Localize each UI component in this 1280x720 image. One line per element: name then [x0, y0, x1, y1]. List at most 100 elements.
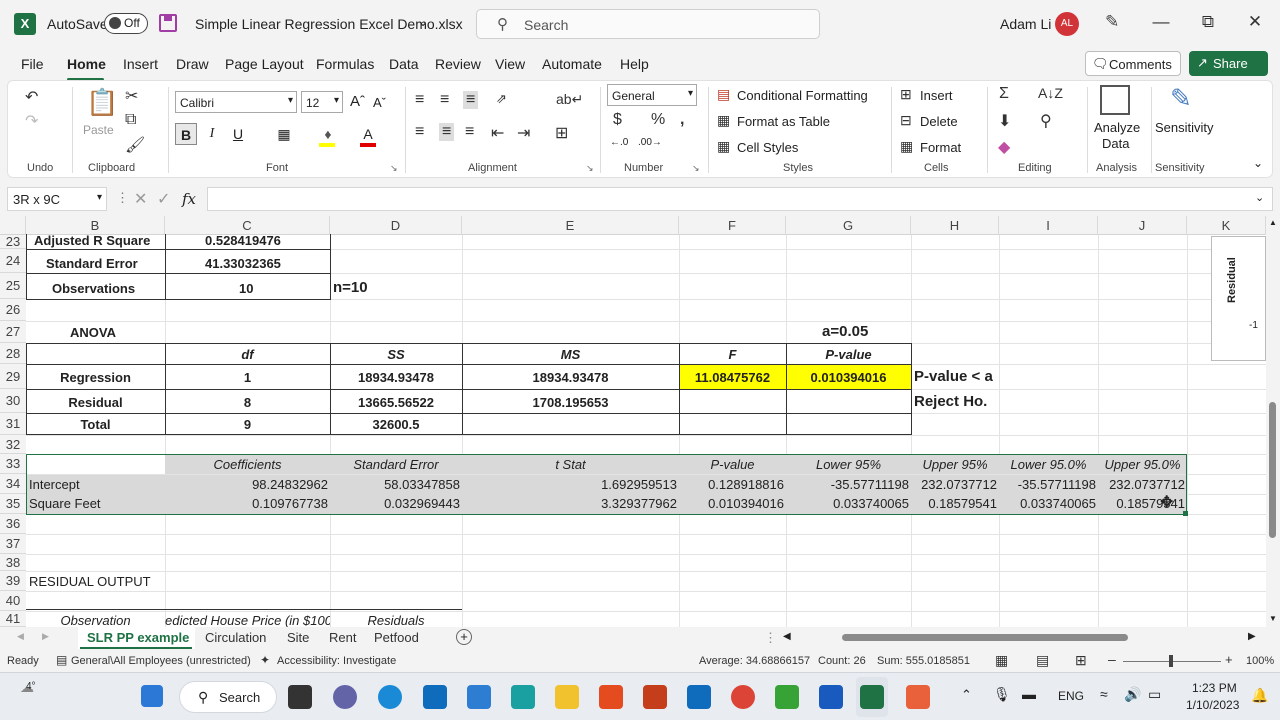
autosum-icon[interactable]: Σ	[999, 85, 1009, 103]
row-header-38[interactable]: 38	[0, 554, 26, 571]
italic-button[interactable]: I	[201, 123, 223, 145]
fill-color-icon[interactable]: ♦	[317, 123, 339, 145]
copy-icon[interactable]: ⧉	[125, 111, 136, 129]
coef-cell[interactable]: 0.010394016	[679, 496, 784, 511]
reject-note[interactable]: Reject Ho.	[914, 393, 987, 410]
increase-decimal-icon[interactable]: ←.0	[610, 137, 628, 148]
zoom-slider-thumb[interactable]	[1169, 655, 1173, 667]
comma-style-icon[interactable]: ,	[680, 111, 684, 129]
avatar[interactable]: AL	[1055, 12, 1079, 36]
cut-icon[interactable]: ✂	[125, 86, 138, 106]
col-header-i[interactable]: I	[999, 216, 1098, 235]
undo-icon[interactable]: ↶	[25, 87, 38, 107]
anova-cell[interactable]: 18934.93478	[462, 370, 679, 385]
scroll-down-icon[interactable]: ▼	[1269, 614, 1277, 623]
tray-overflow-icon[interactable]: ⌃	[961, 687, 972, 703]
sensitivity-button[interactable]: Sensitivity	[1155, 120, 1214, 135]
search-box[interactable]: ⚲ Search	[476, 9, 820, 39]
tab-help[interactable]: Help	[620, 56, 649, 72]
tab-file[interactable]: File	[21, 56, 44, 72]
row-header-33[interactable]: 33	[0, 454, 26, 474]
status-average[interactable]: Average: 34.68866157	[699, 655, 810, 667]
taskbar-search[interactable]: ⚲ Search	[179, 681, 277, 713]
tab-view[interactable]: View	[495, 56, 525, 72]
alpha-note[interactable]: a=0.05	[822, 323, 868, 340]
coef-cell[interactable]: 0.033740065	[786, 496, 909, 511]
row-header-37[interactable]: 37	[0, 534, 26, 554]
align-center-icon[interactable]: ≡	[439, 123, 455, 141]
tab-home[interactable]: Home	[67, 56, 106, 72]
tab-options-icon[interactable]: ⋮	[764, 630, 777, 646]
row-header-26[interactable]: 26	[0, 299, 26, 321]
tray-app-icon[interactable]: ▬	[1022, 686, 1036, 702]
sheet-tab-rent[interactable]: Rent	[329, 630, 356, 645]
collapse-ribbon-icon[interactable]: ⌄	[1253, 156, 1263, 170]
file-explorer-icon[interactable]	[555, 685, 579, 709]
row-header-32[interactable]: 32	[0, 435, 26, 454]
clock-date[interactable]: 1/10/2023	[1186, 698, 1239, 712]
save-icon[interactable]	[159, 14, 177, 32]
chevron-down-icon[interactable]: ⌄	[418, 15, 428, 29]
tab-review[interactable]: Review	[435, 56, 481, 72]
page-break-view-icon[interactable]: ⊞	[1075, 652, 1087, 669]
decrease-decimal-icon[interactable]: .00→	[638, 137, 662, 148]
paste-label[interactable]: Paste	[83, 123, 114, 137]
coef-cell[interactable]: -35.57711198	[999, 477, 1096, 492]
fill-icon[interactable]: ⬇	[998, 111, 1011, 131]
observations-value[interactable]: 10	[239, 281, 253, 296]
status-count[interactable]: Count: 26	[818, 655, 866, 667]
insert-function-button[interactable]: fx	[182, 190, 196, 208]
wifi-icon[interactable]: ≈	[1100, 686, 1108, 702]
coef-cell[interactable]: 0.109767738	[165, 496, 328, 511]
align-right-icon[interactable]: ≡	[465, 123, 474, 141]
row-header-30[interactable]: 30	[0, 389, 26, 413]
col-header-d[interactable]: D	[330, 216, 462, 235]
horizontal-scroll-thumb[interactable]	[842, 634, 1128, 641]
insert-cells-button[interactable]: Insert	[920, 88, 953, 103]
row-header-31[interactable]: 31	[0, 413, 26, 435]
redo-icon[interactable]: ↷	[25, 111, 38, 131]
camtasia-icon[interactable]	[775, 685, 799, 709]
name-box[interactable]: 3R x 9C ▾	[7, 187, 107, 211]
coef-cell[interactable]: 0.032969443	[330, 496, 460, 511]
sensitivity-icon[interactable]: ✎	[1170, 83, 1192, 114]
number-format-dropdown[interactable]: General ▾	[607, 84, 697, 106]
row-header-27[interactable]: 27	[0, 321, 26, 343]
std-error-value[interactable]: 41.33032365	[205, 256, 281, 271]
weather-temp[interactable]: 4°	[26, 681, 36, 692]
tab-data[interactable]: Data	[389, 56, 419, 72]
format-painter-icon[interactable]: 🖌	[125, 135, 145, 155]
mail-icon[interactable]	[423, 685, 447, 709]
anova-cell[interactable]: 13665.56522	[330, 395, 462, 410]
merge-center-icon[interactable]: ⊞	[555, 123, 568, 143]
app-teal-icon[interactable]	[511, 685, 535, 709]
anova-cell[interactable]: 8	[165, 395, 330, 410]
col-header-j[interactable]: J	[1098, 216, 1187, 235]
coef-cell[interactable]: -35.57711198	[786, 477, 909, 492]
worksheet-grid[interactable]: B C D E F G H I J K 23 24 25 26 27 28 29…	[0, 216, 1266, 627]
office-icon[interactable]	[599, 685, 623, 709]
vertical-scrollbar[interactable]: ▲ ▼	[1266, 216, 1280, 627]
bold-button[interactable]: B	[175, 123, 197, 145]
grow-font-icon[interactable]: Aˆ	[350, 93, 365, 110]
align-left-icon[interactable]: ≡	[415, 123, 424, 141]
col-header-e[interactable]: E	[462, 216, 679, 235]
adj-r-square-value[interactable]: 0.528419476	[205, 233, 281, 248]
cancel-icon[interactable]: ✕	[134, 189, 147, 209]
conditional-formatting-button[interactable]: Conditional Formatting	[737, 88, 868, 103]
scroll-left-icon[interactable]: ◀	[783, 631, 791, 642]
find-select-icon[interactable]: ⚲	[1040, 111, 1052, 131]
row-header-29[interactable]: 29	[0, 364, 26, 389]
n-note[interactable]: n=10	[333, 279, 368, 296]
row-header-23[interactable]: 23	[0, 235, 26, 249]
increase-indent-icon[interactable]: ⇥	[517, 123, 530, 143]
analyze-data-icon[interactable]	[1100, 85, 1130, 115]
next-sheet-icon[interactable]: ▶	[42, 631, 49, 642]
coef-cell[interactable]: 0.033740065	[999, 496, 1096, 511]
notification-icon[interactable]: 🔔	[1251, 687, 1268, 704]
shrink-font-icon[interactable]: Aˇ	[373, 95, 386, 110]
status-sum[interactable]: Sum: 555.0185851	[877, 655, 970, 667]
more-options-icon[interactable]: ⋮	[116, 190, 129, 206]
enter-icon[interactable]: ✓	[157, 189, 170, 209]
anova-cell[interactable]: 1	[165, 370, 330, 385]
